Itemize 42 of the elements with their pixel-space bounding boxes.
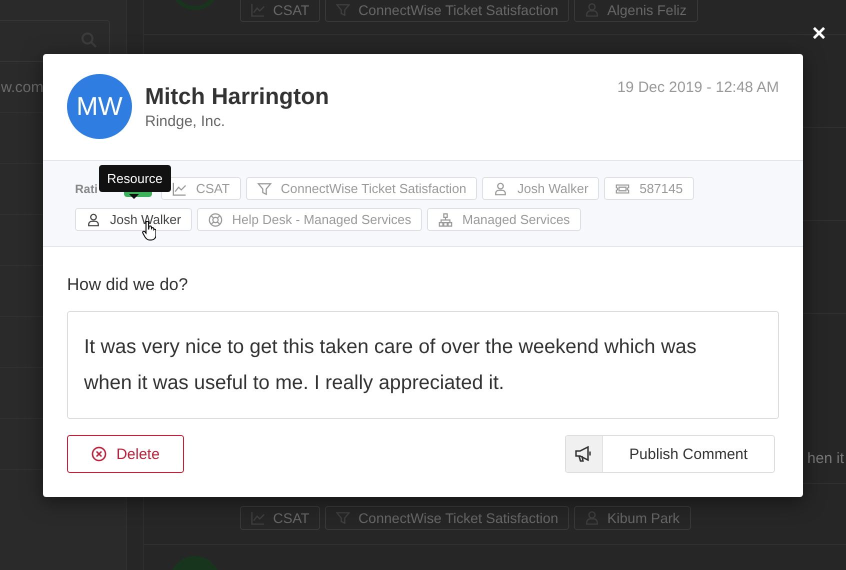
ticket-icon: [615, 182, 630, 196]
lifebuoy-icon: [208, 212, 224, 226]
rating-label: Rati: [75, 182, 99, 196]
tag: ConnectWise Ticket Satisfaction: [325, 0, 570, 22]
tag[interactable]: ConnectWise Ticket Satisfaction: [246, 177, 478, 200]
filter-icon: [336, 3, 350, 17]
avatar: MW: [67, 74, 132, 139]
company-name: Rindge, Inc.: [145, 113, 226, 130]
tag[interactable]: 587145: [604, 177, 694, 200]
person-icon: [86, 212, 101, 226]
person-icon: [585, 511, 600, 525]
tag[interactable]: Josh Walker: [482, 177, 600, 200]
chart-icon: [251, 3, 265, 17]
delete-button[interactable]: Delete: [67, 435, 184, 473]
comment-text: hen it: [807, 450, 844, 467]
cancel-icon: [91, 446, 108, 462]
chart-icon: [251, 511, 265, 525]
tag: Kibum Park: [574, 506, 691, 530]
filter-icon: [256, 182, 272, 196]
tooltip: Resource: [99, 165, 171, 192]
tooltip-arrow: [129, 194, 139, 199]
megaphone-icon: [575, 446, 593, 462]
publish-comment-button[interactable]: Publish Comment: [565, 435, 775, 473]
list-item-text: w.com: [1, 78, 44, 96]
tag[interactable]: Help Desk - Managed Services: [197, 208, 422, 231]
close-button[interactable]: ×: [812, 20, 826, 48]
person-icon: [493, 182, 508, 196]
tag: Algenis Feliz: [574, 0, 698, 22]
tag: ConnectWise Ticket Satisfaction: [325, 506, 570, 530]
chart-icon: [172, 182, 187, 196]
tag[interactable]: Managed Services: [427, 208, 581, 231]
org-chart-icon: [438, 212, 454, 226]
comment-box: It was very nice to get this taken care of over the weekend which was when it was useful to me. I really appreciated it.: [67, 311, 779, 419]
tag[interactable]: Josh Walker: [75, 208, 192, 231]
date-text: 19 Dec 2019 - 12:48 AM: [617, 79, 779, 96]
question-text: How did we do?: [67, 275, 189, 295]
tag: CSAT: [240, 0, 320, 22]
tag[interactable]: CSAT: [161, 177, 241, 200]
tag: CSAT: [240, 506, 320, 530]
customer-name: Mitch Harrington: [145, 83, 329, 110]
person-icon: [585, 3, 600, 17]
filter-icon: [336, 511, 350, 525]
